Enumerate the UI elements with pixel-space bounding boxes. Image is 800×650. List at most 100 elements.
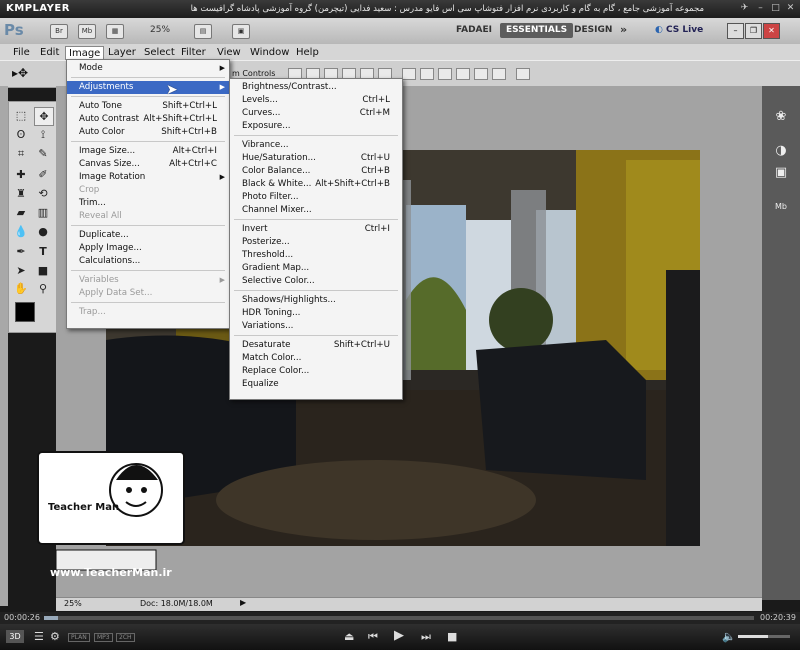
dodge-tool-icon[interactable]: ● [34, 223, 52, 240]
distribute-hcenter-icon[interactable] [474, 68, 488, 80]
marquee-tool-icon[interactable]: ⬚ [12, 107, 30, 124]
adjust-menu-item-threshold[interactable]: Threshold... [230, 249, 402, 262]
brush-tool-icon[interactable]: ✐ [34, 166, 52, 183]
status-arrow-icon[interactable]: ▶ [240, 598, 246, 607]
blur-tool-icon[interactable]: 💧 [12, 223, 30, 240]
previous-icon[interactable]: ⏮ [368, 630, 378, 644]
menu-layer[interactable]: Layer [105, 46, 139, 59]
distribute-right-icon[interactable] [492, 68, 506, 80]
distribute-top-icon[interactable] [402, 68, 416, 80]
foreground-color-swatch[interactable] [15, 302, 35, 322]
adjust-menu-item-brightness-contrast[interactable]: Brightness/Contrast... [230, 81, 402, 94]
distribute-vcenter-icon[interactable] [420, 68, 434, 80]
menu-edit[interactable]: Edit [37, 46, 62, 59]
workspace-design[interactable]: DESIGN [568, 23, 618, 38]
adjust-menu-item-photo-filter[interactable]: Photo Filter... [230, 191, 402, 204]
auto-align-icon[interactable] [516, 68, 530, 80]
menu-help[interactable]: Help [293, 46, 322, 59]
path-selection-tool-icon[interactable]: ➤ [12, 262, 30, 279]
image-menu-item-trim[interactable]: Trim... [67, 197, 229, 210]
adjustments-panel-icon[interactable]: ◑ [771, 142, 791, 160]
adjust-menu-item-invert[interactable]: Invert Ctrl+I [230, 223, 402, 236]
adjust-menu-item-selective-color[interactable]: Selective Color... [230, 275, 402, 288]
image-menu-item-image-rotation[interactable]: Image Rotation ▶ [67, 171, 229, 184]
stop-icon[interactable]: ■ [447, 630, 457, 643]
lasso-tool-icon[interactable]: ʘ [12, 126, 30, 143]
pin-icon[interactable]: ✈ [738, 3, 751, 14]
hand-tool-icon[interactable]: ✋ [12, 280, 30, 297]
menu-file[interactable]: File [10, 46, 33, 59]
adjust-menu-item-channel-mixer[interactable]: Channel Mixer... [230, 204, 402, 217]
adjust-menu-item-color-balance[interactable]: Color Balance... Ctrl+B [230, 165, 402, 178]
adjust-menu-item-replace-color[interactable]: Replace Color... [230, 365, 402, 378]
pen-tool-icon[interactable]: ✒ [12, 243, 30, 260]
adjust-menu-item-equalize[interactable]: Equalize [230, 378, 402, 391]
arrange-documents-icon[interactable]: ▤ [194, 24, 212, 39]
adjust-menu-item-hue-saturation[interactable]: Hue/Saturation... Ctrl+U [230, 152, 402, 165]
adjust-menu-item-posterize[interactable]: Posterize... [230, 236, 402, 249]
minimize-icon[interactable]: – [754, 3, 767, 14]
quick-selection-tool-icon[interactable]: ⟟ [34, 126, 52, 143]
adjust-menu-item-match-color[interactable]: Match Color... [230, 352, 402, 365]
show-transform-controls-label[interactable]: m Controls [232, 69, 275, 78]
screen-mode-icon[interactable]: ▣ [232, 24, 250, 39]
workspace-essentials[interactable]: ESSENTIALS [500, 23, 574, 38]
adjust-menu-item-shadows-highlights[interactable]: Shadows/Highlights... [230, 294, 402, 307]
adjust-menu-item-black-white[interactable]: Black & White... Alt+Shift+Ctrl+B [230, 178, 402, 191]
shape-tool-icon[interactable]: ■ [34, 262, 52, 279]
status-doc-size[interactable]: Doc: 18.0M/18.0M [140, 599, 213, 608]
image-menu-item-mode[interactable]: Mode ▶ [67, 62, 229, 75]
volume-slider[interactable] [738, 635, 790, 638]
adjust-menu-item-vibrance[interactable]: Vibrance... [230, 139, 402, 152]
type-tool-icon[interactable]: T [34, 243, 52, 260]
image-menu-item-apply-image[interactable]: Apply Image... [67, 242, 229, 255]
settings-icon[interactable]: ⚙ [50, 630, 60, 643]
adjust-menu-item-levels[interactable]: Levels... Ctrl+L [230, 94, 402, 107]
play-icon[interactable]: ▶ [394, 628, 404, 643]
3d-badge[interactable]: 3D [6, 630, 24, 643]
history-brush-tool-icon[interactable]: ⟲ [34, 185, 52, 202]
adjust-menu-item-variations[interactable]: Variations... [230, 320, 402, 333]
ps-minimize-button[interactable]: – [727, 23, 744, 39]
next-icon[interactable]: ⏭ [421, 630, 431, 644]
adjust-menu-item-curves[interactable]: Curves... Ctrl+M [230, 107, 402, 120]
workspace-fadaei[interactable]: FADAEI [450, 23, 498, 38]
image-menu-item-canvas-size[interactable]: Canvas Size... Alt+Ctrl+C [67, 158, 229, 171]
bridge-button[interactable]: Br [50, 24, 68, 39]
distribute-left-icon[interactable] [456, 68, 470, 80]
ps-restore-button[interactable]: ❐ [745, 23, 762, 39]
gradient-tool-icon[interactable]: ▥ [34, 204, 52, 221]
clone-stamp-tool-icon[interactable]: ♜ [12, 185, 30, 202]
mini-bridge-button[interactable]: Mb [78, 24, 96, 39]
ps-close-button[interactable]: ✕ [763, 23, 780, 39]
eject-icon[interactable]: ⏏ [344, 630, 354, 643]
maximize-icon[interactable]: □ [769, 3, 782, 14]
adjust-menu-item-hdr-toning[interactable]: HDR Toning... [230, 307, 402, 320]
adjust-menu-item-desaturate[interactable]: Desaturate Shift+Ctrl+U [230, 339, 402, 352]
move-tool-icon[interactable]: ✥ [34, 107, 54, 126]
eyedropper-tool-icon[interactable]: ✎ [34, 145, 52, 162]
move-tool-preset-icon[interactable]: ▸✥ [12, 66, 28, 80]
color-panel-icon[interactable]: ❀ [771, 108, 791, 126]
adjust-menu-item-exposure[interactable]: Exposure... [230, 120, 402, 133]
menu-image[interactable]: Image [65, 46, 105, 60]
menu-select[interactable]: Select [141, 46, 178, 59]
extras-icon[interactable]: ▦ [106, 24, 124, 39]
zoom-tool-icon[interactable]: ⚲ [34, 280, 52, 297]
image-menu-item-adjustments[interactable]: Adjustments ▶ [67, 81, 229, 94]
image-menu-item-auto-tone[interactable]: Auto Tone Shift+Ctrl+L [67, 100, 229, 113]
image-menu-item-image-size[interactable]: Image Size... Alt+Ctrl+I [67, 145, 229, 158]
mini-bridge-panel-icon[interactable]: Mb [771, 198, 791, 216]
more-workspaces-icon[interactable]: » [620, 23, 627, 36]
cs-live-button[interactable]: ◐ CS Live [655, 25, 703, 35]
image-menu-item-auto-contrast[interactable]: Auto Contrast Alt+Shift+Ctrl+L [67, 113, 229, 126]
masks-panel-icon[interactable]: ▣ [771, 164, 791, 182]
status-zoom[interactable]: 25% [64, 599, 82, 608]
image-menu-item-duplicate[interactable]: Duplicate... [67, 229, 229, 242]
playlist-icon[interactable]: ☰ [34, 630, 44, 643]
healing-brush-tool-icon[interactable]: ✚ [12, 166, 30, 183]
image-menu-item-calculations[interactable]: Calculations... [67, 255, 229, 268]
seek-bar[interactable] [44, 616, 754, 620]
menu-filter[interactable]: Filter [178, 46, 209, 59]
crop-tool-icon[interactable]: ⌗ [12, 145, 30, 162]
